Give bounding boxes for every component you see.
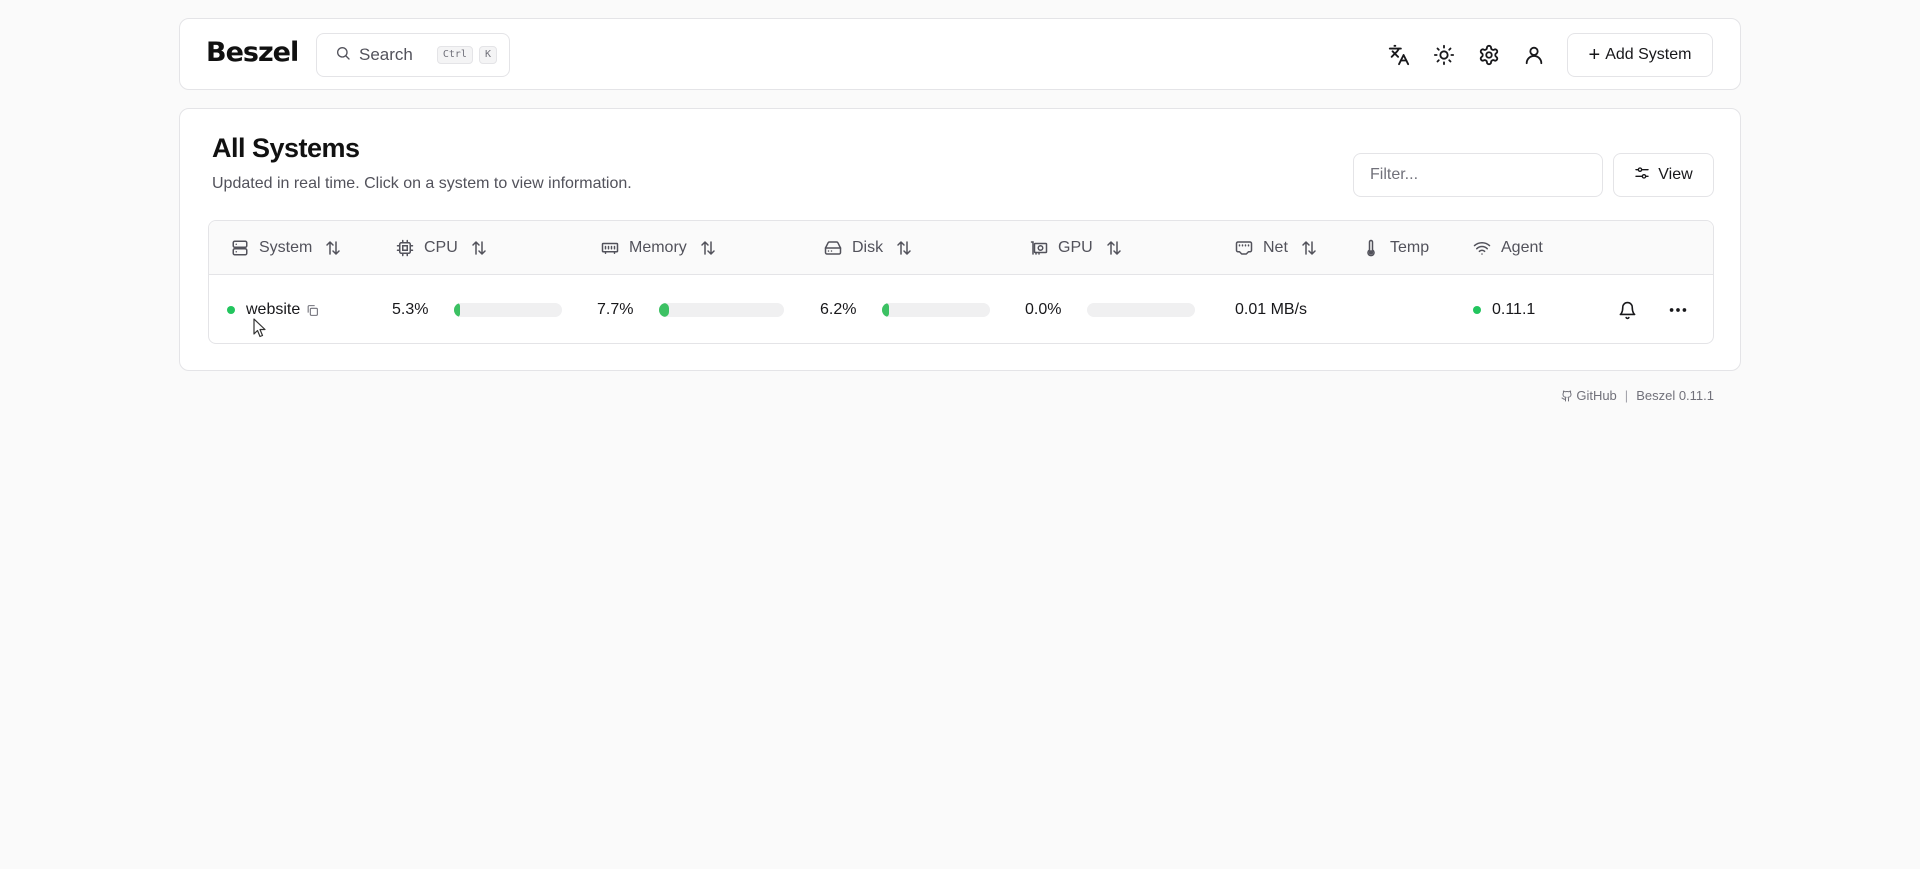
systems-table: System CPU Memory [208,220,1714,344]
column-label-cpu: CPU [424,239,458,257]
search-label: Search [359,45,413,65]
sort-icon[interactable] [1300,239,1318,257]
add-system-button[interactable]: + Add System [1567,33,1713,77]
plus-icon: + [1589,45,1601,65]
theme-toggle-icon[interactable] [1432,43,1456,67]
page-subtitle: Updated in real time. Click on a system … [212,175,632,193]
agent-version: 0.11.1 [1492,301,1535,319]
alerts-bell-icon[interactable] [1618,276,1637,344]
cpu-icon [396,239,414,257]
wifi-icon [1473,239,1491,257]
sort-icon[interactable] [895,239,913,257]
column-header-gpu[interactable]: GPU [1030,221,1123,275]
net-value: 0.01 MB/s [1235,276,1307,344]
top-navbar: Beszel Search Ctrl K + Add System [179,18,1741,90]
agent-cell: 0.11.1 [1473,276,1535,344]
disk-value: 6.2% [820,301,882,319]
agent-status-indicator [1473,306,1481,314]
column-header-memory[interactable]: Memory [601,221,717,275]
column-label-gpu: GPU [1058,239,1093,257]
system-name[interactable]: website [246,301,300,319]
page-title: All Systems [212,133,360,164]
column-label-memory: Memory [629,239,687,257]
sliders-icon [1634,165,1658,186]
sort-icon[interactable] [470,239,488,257]
disk-cell: 6.2% [820,276,990,344]
server-icon [231,239,249,257]
column-label-net: Net [1263,239,1288,257]
github-icon [1561,390,1573,402]
column-header-disk[interactable]: Disk [824,221,913,275]
hard-drive-icon [824,239,842,257]
column-header-net[interactable]: Net [1235,221,1318,275]
sort-icon[interactable] [324,239,342,257]
column-header-temp[interactable]: Temp [1362,221,1429,275]
column-header-cpu[interactable]: CPU [396,221,488,275]
more-options-icon[interactable] [1667,276,1689,344]
gpu-usage-bar [1087,303,1195,317]
gpu-icon [1030,239,1048,257]
memory-usage-fill [659,303,669,317]
table-row[interactable]: website 5.3% 7.7% 6.2% [209,276,1713,344]
gpu-value: 0.0% [1025,301,1087,319]
column-label-disk: Disk [852,239,883,257]
version-link[interactable]: Beszel 0.11.1 [1636,388,1714,403]
copy-icon[interactable] [306,304,319,317]
mouse-cursor-icon [253,318,267,343]
footer: GitHub | Beszel 0.11.1 [1561,388,1714,403]
column-label-agent: Agent [1501,239,1543,257]
systems-card: All Systems Updated in real time. Click … [179,108,1741,371]
cpu-cell: 5.3% [392,276,562,344]
shortcut-key-k: K [479,46,497,64]
ethernet-port-icon [1235,239,1253,257]
column-label-temp: Temp [1390,239,1429,257]
disk-usage-bar [882,303,990,317]
table-header: System CPU Memory [209,221,1713,275]
memory-cell: 7.7% [597,276,784,344]
memory-stick-icon [601,239,619,257]
logo[interactable]: Beszel [206,37,298,68]
disk-usage-fill [882,303,889,317]
language-icon[interactable] [1387,43,1411,67]
column-label-system: System [259,239,312,257]
cpu-value: 5.3% [392,301,454,319]
thermometer-icon [1362,239,1380,257]
footer-divider: | [1625,388,1628,403]
search-icon [335,45,359,66]
status-indicator [227,306,235,314]
cpu-usage-bar [454,303,562,317]
gpu-cell: 0.0% [1025,276,1195,344]
memory-usage-bar [659,303,784,317]
user-icon[interactable] [1522,43,1546,67]
view-options-button[interactable]: View [1613,153,1714,197]
view-label: View [1658,166,1692,184]
search-button[interactable]: Search Ctrl K [316,33,510,77]
memory-value: 7.7% [597,301,659,319]
github-link[interactable]: GitHub [1576,388,1616,403]
add-system-label: Add System [1605,46,1691,64]
settings-gear-icon[interactable] [1477,43,1501,67]
column-header-system[interactable]: System [231,221,342,275]
column-header-agent[interactable]: Agent [1473,221,1543,275]
cpu-usage-fill [454,303,460,317]
system-cell[interactable]: website [227,276,319,344]
shortcut-key-ctrl: Ctrl [437,46,473,64]
sort-icon[interactable] [1105,239,1123,257]
sort-icon[interactable] [699,239,717,257]
filter-input[interactable] [1353,153,1603,197]
